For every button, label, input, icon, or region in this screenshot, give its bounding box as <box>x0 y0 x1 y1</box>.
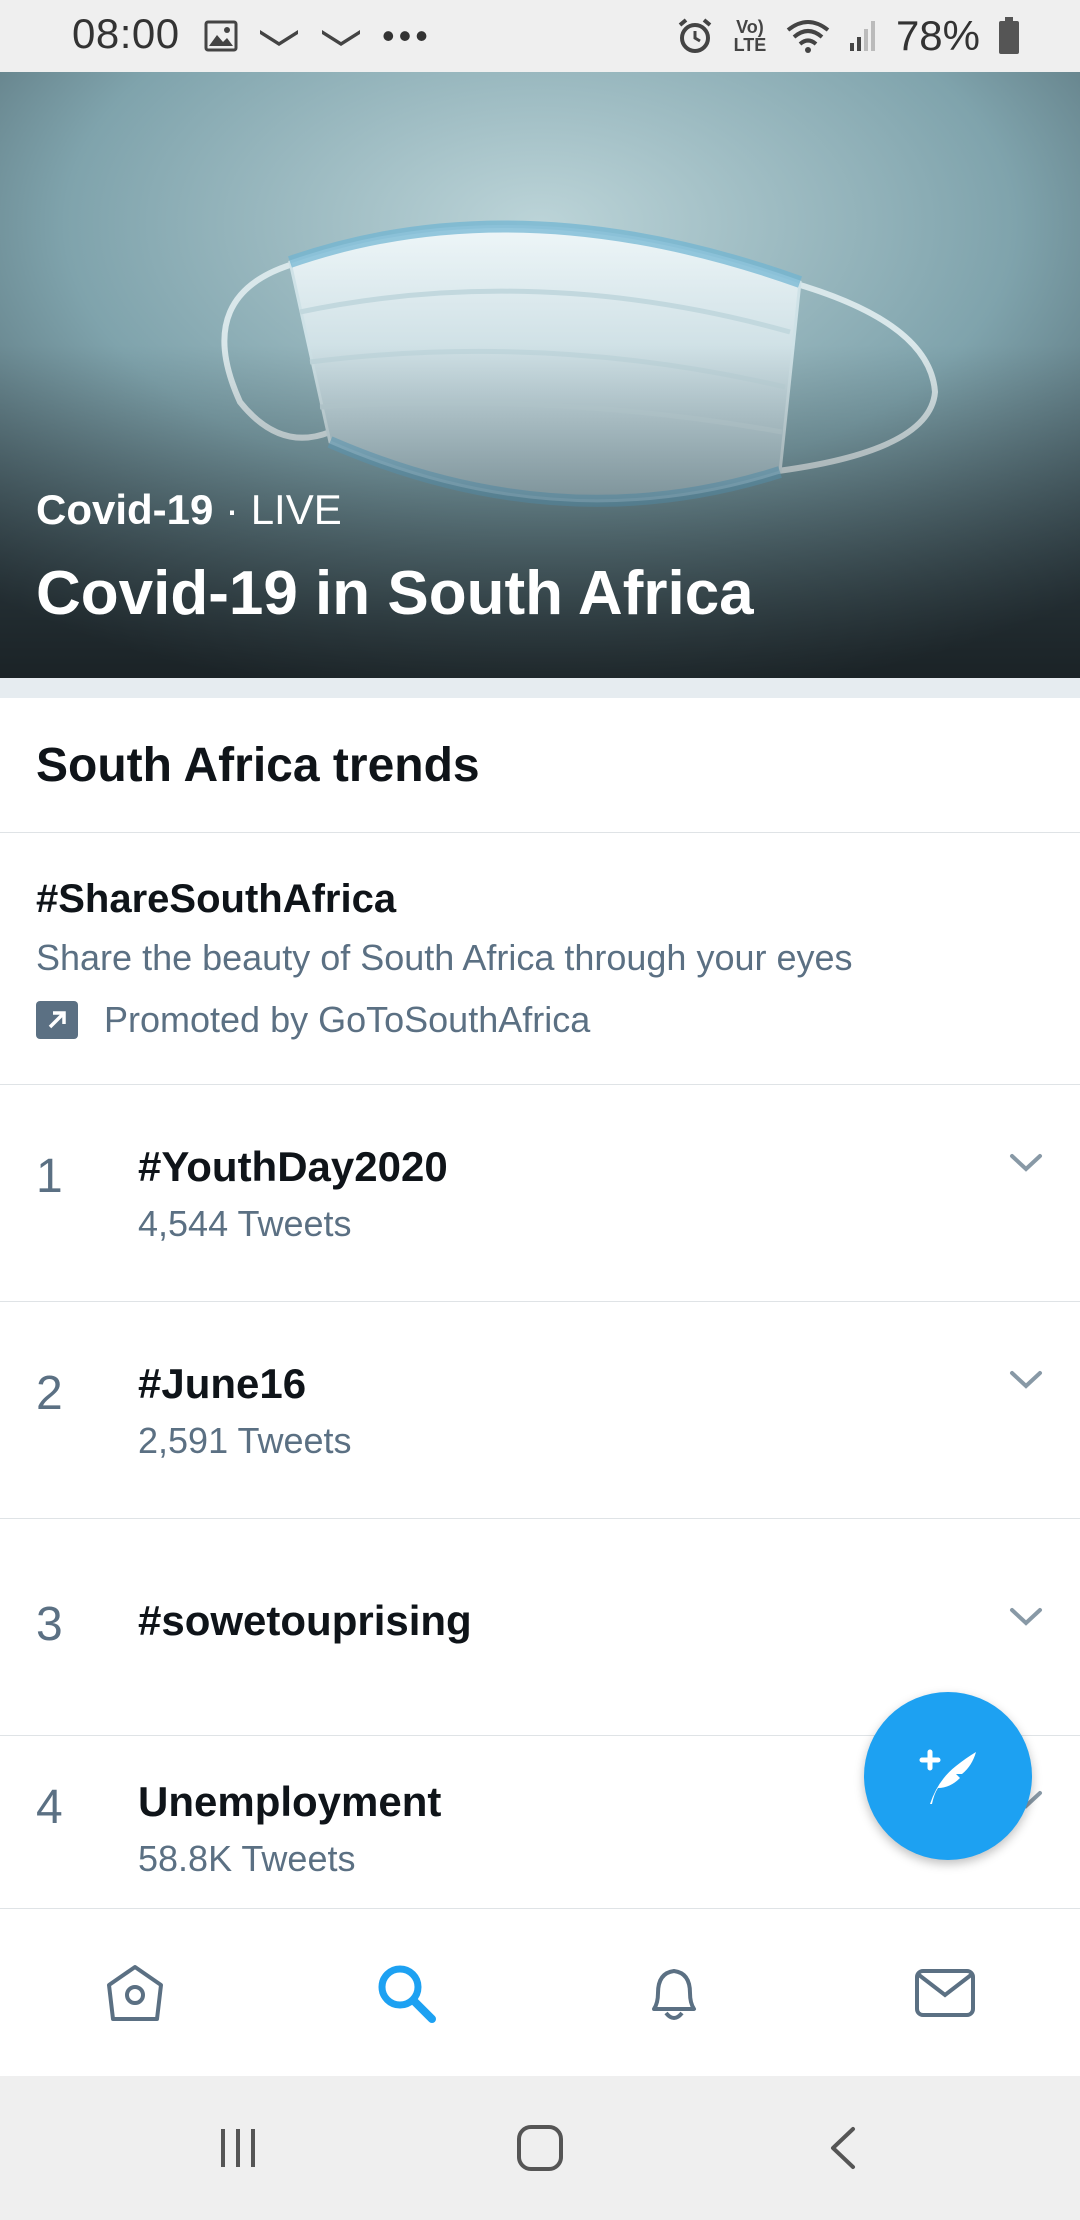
nav-search[interactable] <box>370 1957 442 2029</box>
volte-icon: Vo) LTE <box>733 17 767 55</box>
notifications-bell-icon <box>652 1969 696 2020</box>
promoted-by: Promoted by GoToSouthAfrica <box>36 999 590 1041</box>
wifi-icon <box>786 20 830 53</box>
status-time: 08:00 <box>72 10 180 57</box>
status-bar: 08:00 ••• Vo) LTE 78% <box>0 0 1080 72</box>
trend-rank: 2 <box>36 1367 63 1420</box>
nav-home[interactable] <box>99 1957 171 2029</box>
home-square-icon <box>517 2125 563 2171</box>
trend-name: #June16 <box>138 1360 307 1407</box>
trend-tweet-count: 2,591 Tweets <box>138 1420 352 1461</box>
trend-tweet-count: 58.8K Tweets <box>138 1838 356 1879</box>
trend-rank: 4 <box>36 1781 63 1834</box>
trend-name: Unemployment <box>138 1778 442 1825</box>
signal-icon <box>849 21 875 51</box>
home-icon <box>107 1965 163 2021</box>
system-navigation-bar <box>0 2076 1080 2220</box>
battery-percent: 78% <box>895 12 980 59</box>
chevron-down-icon[interactable] <box>1006 1360 1046 1400</box>
event-title: Covid-19 in South Africa <box>36 559 754 628</box>
promoted-icon <box>36 1001 78 1039</box>
trend-name: #sowetouprising <box>138 1597 472 1644</box>
back-chevron-icon <box>831 2127 855 2169</box>
back-button[interactable] <box>804 2116 884 2180</box>
event-separator: · <box>213 486 251 533</box>
alarm-icon <box>678 18 712 53</box>
chevron-down-icon[interactable] <box>1006 1143 1046 1183</box>
trends-section-header: South Africa trends <box>0 698 1080 833</box>
recents-button[interactable] <box>198 2116 278 2180</box>
promoted-by-label: Promoted by GoToSouthAfrica <box>104 999 591 1040</box>
promoted-description: Share the beauty of South Africa through… <box>36 937 853 978</box>
trend-rank: 3 <box>36 1598 63 1651</box>
more-notifications-icon: ••• <box>382 15 432 56</box>
home-system-button[interactable] <box>500 2116 580 2180</box>
event-meta: Covid-19 · LIVE <box>36 486 342 534</box>
status-notification-icons: ••• <box>204 16 432 56</box>
chevron-down-icon[interactable] <box>1006 1597 1046 1637</box>
battery-icon <box>999 17 1019 54</box>
live-badge: LIVE <box>250 486 342 533</box>
trends-title: South Africa trends <box>36 739 480 792</box>
section-divider <box>0 678 1080 698</box>
app-notification-icon <box>260 30 298 46</box>
event-category: Covid-19 <box>36 486 214 533</box>
trend-rank: 1 <box>36 1150 63 1203</box>
trend-tweet-count: 4,544 Tweets <box>138 1203 352 1244</box>
compose-tweet-icon <box>919 1749 976 1804</box>
compose-tweet-button[interactable] <box>864 1692 1032 1860</box>
search-icon <box>378 1965 436 2023</box>
bottom-navigation <box>0 1908 1080 2077</box>
recents-icon <box>221 2129 255 2167</box>
promoted-trend[interactable]: #ShareSouthAfrica Share the beauty of So… <box>0 833 1080 1085</box>
image-icon <box>204 20 238 52</box>
nav-notifications[interactable] <box>638 1957 710 2029</box>
trend-item[interactable]: 1 #YouthDay2020 4,544 Tweets <box>0 1085 1080 1302</box>
trend-name: #YouthDay2020 <box>138 1143 448 1190</box>
trend-item[interactable]: 2 #June16 2,591 Tweets <box>0 1302 1080 1519</box>
app-notification-icon <box>322 30 360 46</box>
covid-live-event-banner[interactable]: Covid-19 · LIVE Covid-19 in South Africa <box>0 72 1080 678</box>
messages-mail-icon <box>915 1969 975 2017</box>
promoted-hashtag: #ShareSouthAfrica <box>36 877 397 921</box>
nav-messages[interactable] <box>909 1957 981 2029</box>
status-system-icons: Vo) LTE 78% <box>676 12 1020 59</box>
